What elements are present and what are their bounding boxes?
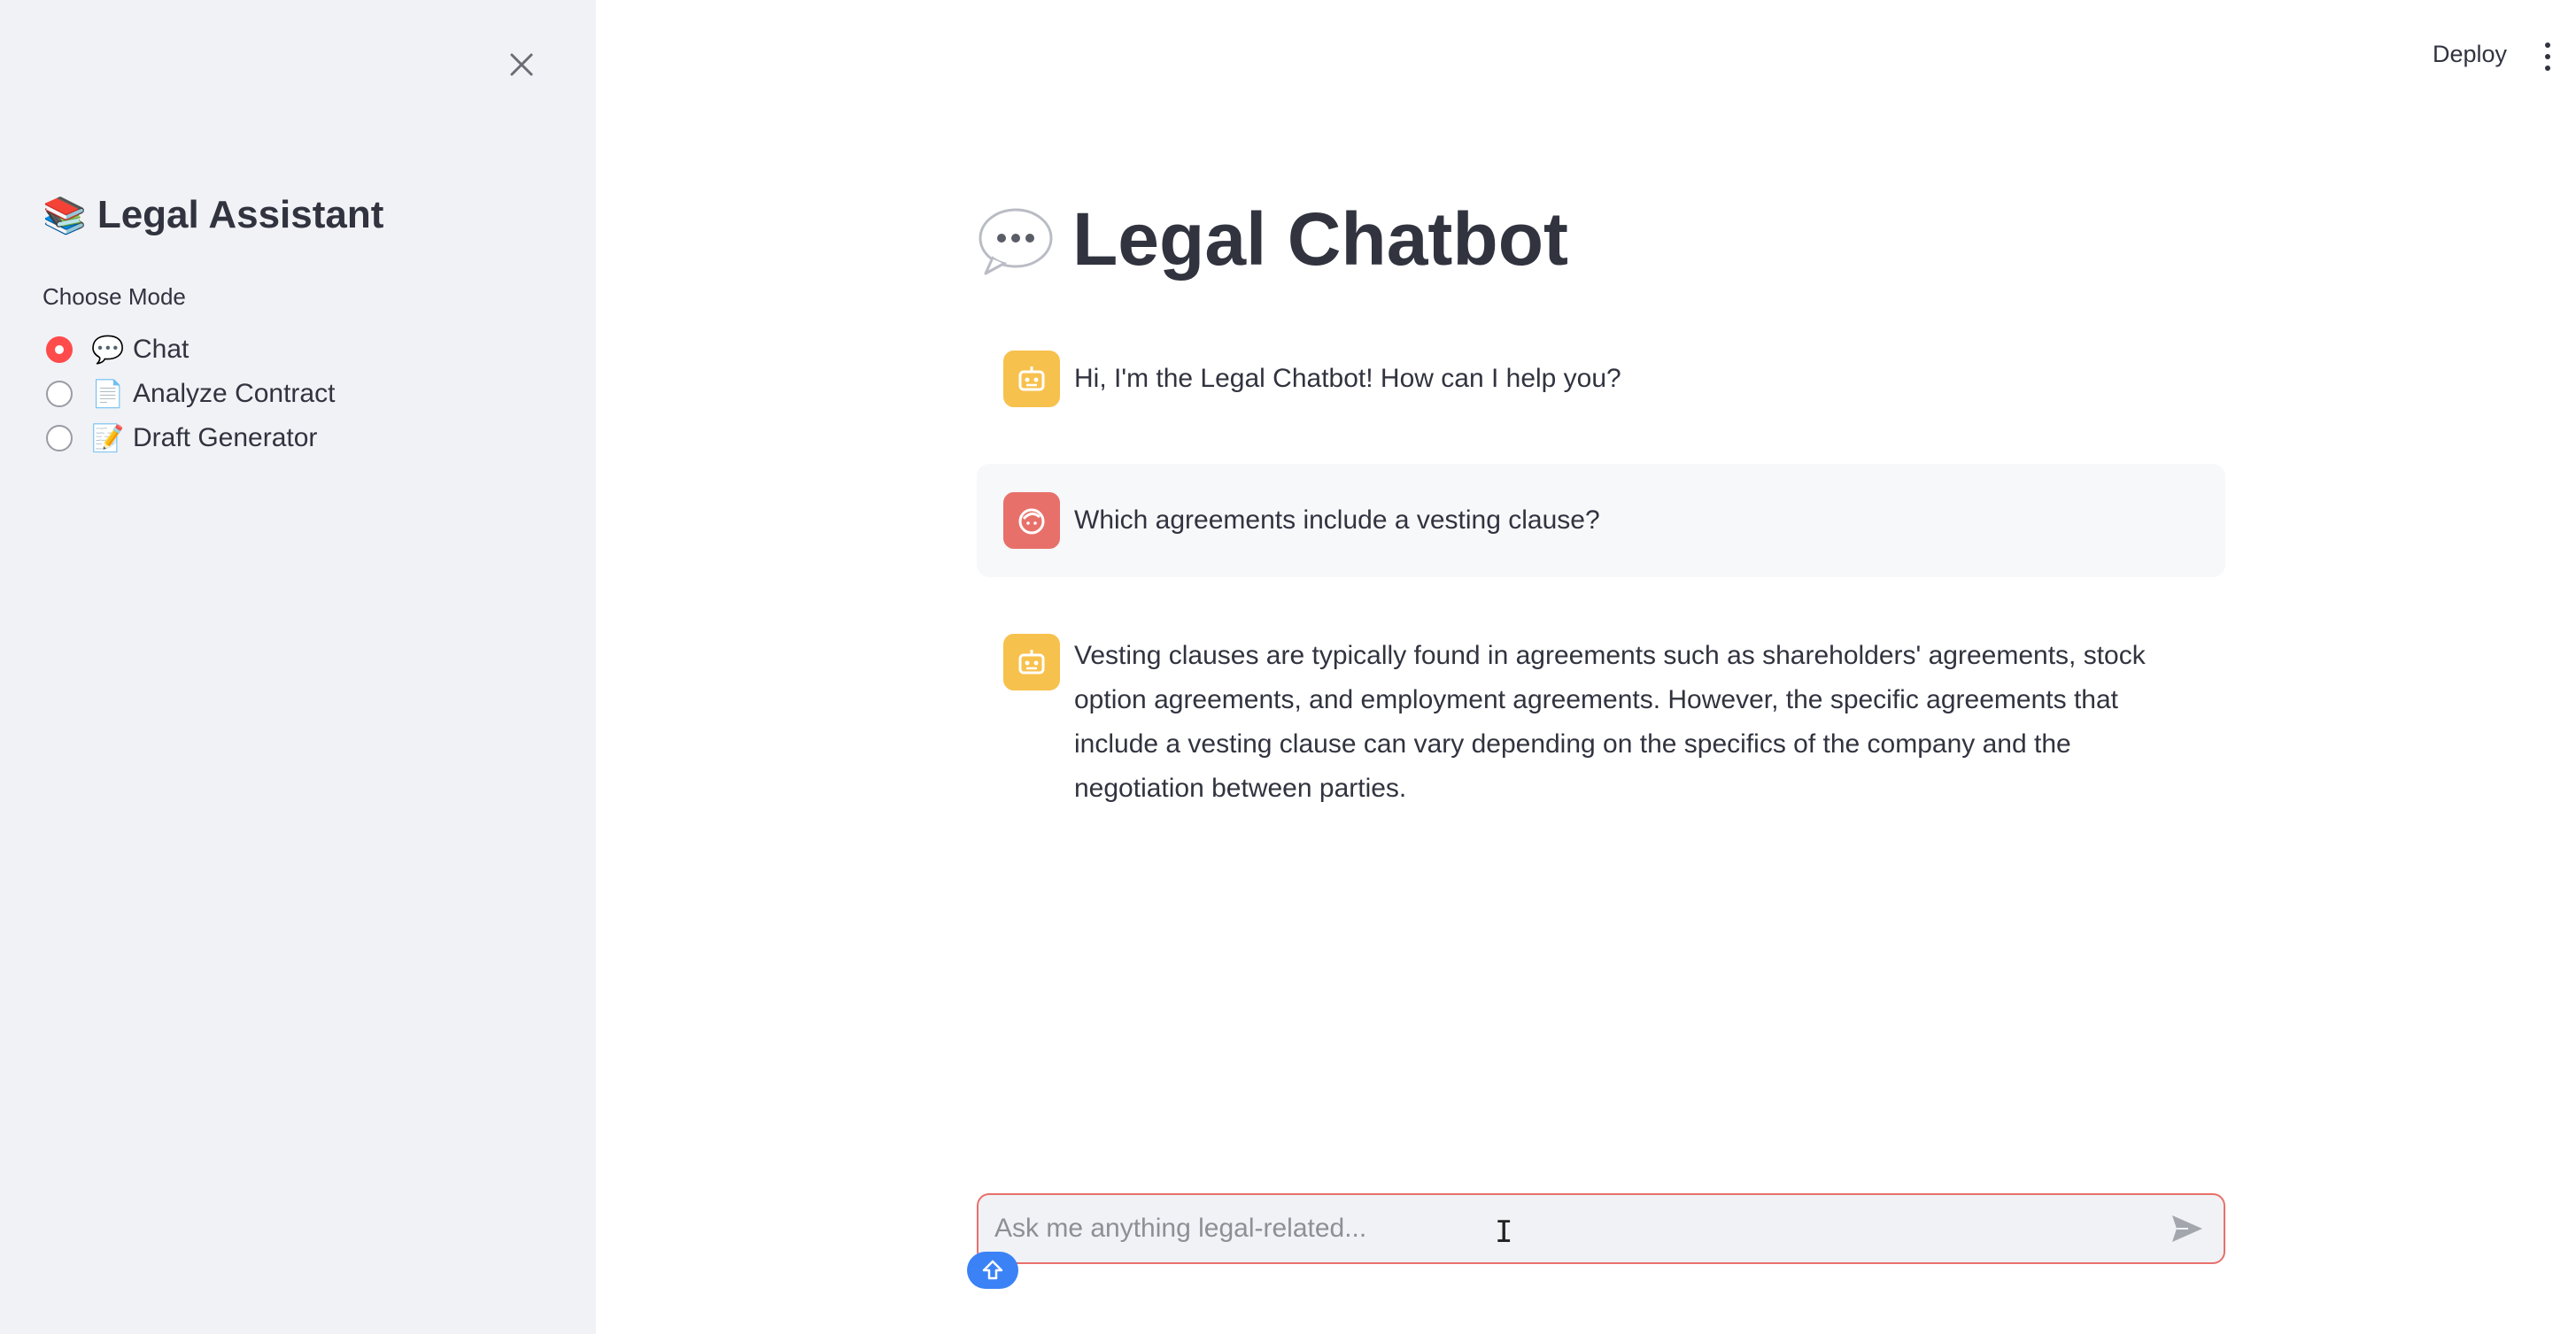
bot-avatar [1003,634,1060,690]
message-text: Hi, I'm the Legal Chatbot! How can I hel… [1074,364,1621,393]
text-cursor-icon: I [1495,1214,1513,1250]
chat-message-assistant: Vesting clauses are typically found in a… [977,634,2225,811]
choose-mode-label: Choose Mode [43,283,186,310]
books-icon: 📚 [43,196,87,235]
mode-option-draft-generator[interactable]: 📝 Draft Generator [46,416,335,460]
mode-option-chat[interactable]: 💬 Chat [46,328,335,372]
upload-arrow-icon [982,1260,1003,1280]
chat-input-container [977,1193,2225,1264]
kebab-dot [2545,66,2550,71]
bot-avatar [1003,351,1060,407]
mode-option-label: Chat [133,335,190,364]
speech-bubble-icon: 💬 [91,335,125,365]
document-icon: 📄 [91,379,125,409]
memo-icon: 📝 [91,423,125,453]
user-avatar-icon [1018,508,1045,535]
chat-message-user: Which agreements include a vesting claus… [977,464,2225,577]
radio-button[interactable] [46,381,73,407]
kebab-dot [2545,54,2550,59]
sidebar-title: 📚 Legal Assistant [43,193,383,237]
user-avatar [1003,492,1060,549]
bot-avatar-icon [1018,650,1045,675]
page-title: Legal Chatbot [977,197,1568,282]
speech-bubble-icon [977,206,1055,274]
mode-option-analyze-contract[interactable]: 📄 Analyze Contract [46,372,335,416]
close-icon [510,53,533,76]
deploy-button[interactable]: Deploy [2433,41,2507,68]
sidebar-title-text: Legal Assistant [97,193,384,236]
sidebar: 📚 Legal Assistant Choose Mode 💬 Chat 📄 A… [0,0,596,1334]
kebab-menu-icon [2545,42,2550,48]
page-title-text: Legal Chatbot [1072,197,1568,281]
chat-input[interactable] [993,1213,2165,1245]
floating-action-button[interactable] [967,1252,1018,1289]
app-root: 📚 Legal Assistant Choose Mode 💬 Chat 📄 A… [0,0,2576,1334]
close-sidebar-button[interactable] [501,44,542,85]
radio-button[interactable] [46,425,73,451]
mode-option-label: Draft Generator [133,423,318,452]
bot-avatar-icon [1018,366,1045,391]
message-text: Vesting clauses are typically found in a… [1074,641,2146,803]
chat-message-assistant: Hi, I'm the Legal Chatbot! How can I hel… [977,351,2225,407]
send-button[interactable] [2165,1207,2209,1251]
send-icon [2172,1215,2202,1242]
radio-button-checked[interactable] [46,336,73,363]
mode-radio-group: 💬 Chat 📄 Analyze Contract 📝 Draft Genera… [46,328,335,460]
main-menu-button[interactable] [2537,42,2558,71]
mode-option-label: Analyze Contract [133,379,336,408]
message-text: Which agreements include a vesting claus… [1074,505,1600,535]
